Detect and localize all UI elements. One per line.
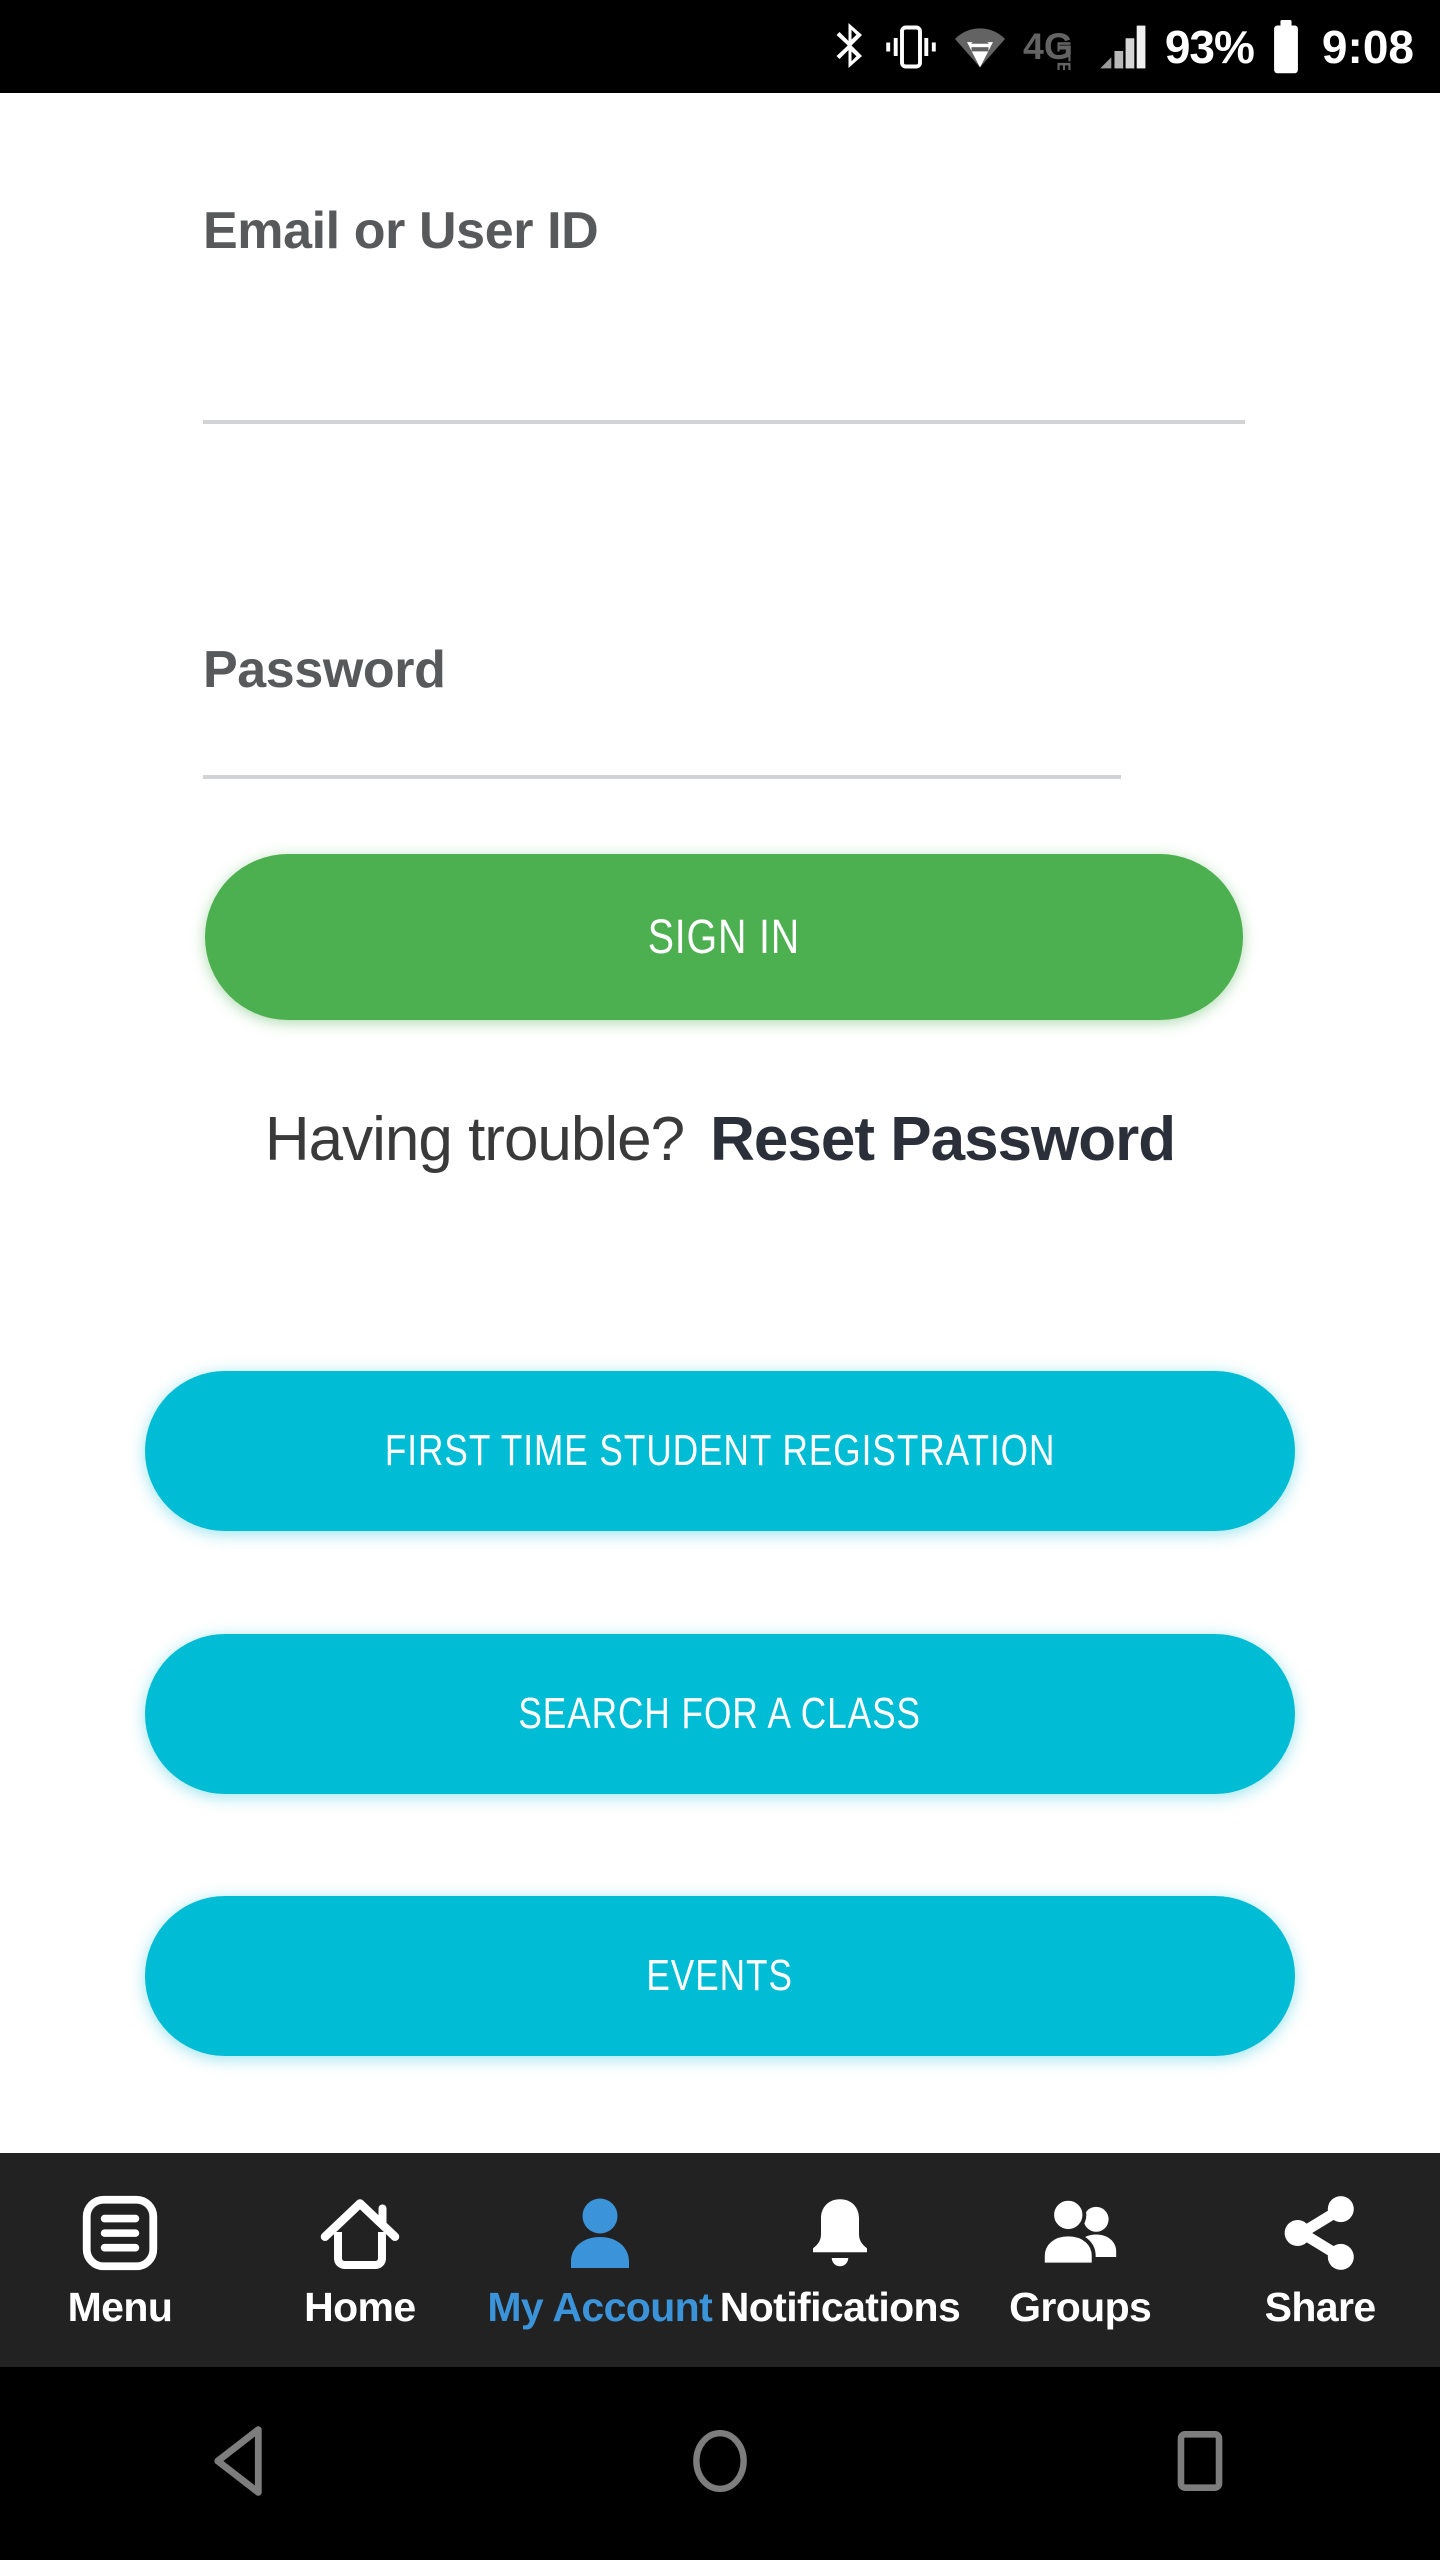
sign-in-button[interactable]: SIGN IN: [205, 854, 1243, 1020]
status-bar-clock: 9:08: [1321, 20, 1414, 73]
email-field-underline: [203, 420, 1245, 424]
person-icon: [565, 2190, 635, 2276]
bottom-tab-bar: Menu Home My Account Notifications Group…: [0, 2153, 1440, 2367]
email-input[interactable]: [203, 298, 1243, 408]
status-bar-icons: 4G LTE 93% 9:08: [832, 19, 1414, 74]
tab-my-account[interactable]: My Account: [480, 2153, 720, 2367]
signal-bars-icon: [1100, 25, 1146, 68]
recents-button[interactable]: [960, 2367, 1440, 2560]
tab-home[interactable]: Home: [240, 2153, 480, 2367]
tab-groups-label: Groups: [1009, 2283, 1152, 2330]
bluetooth-icon: [836, 22, 862, 68]
battery-icon: [1274, 19, 1298, 73]
svg-text:LTE: LTE: [1053, 41, 1073, 70]
tab-home-label: Home: [304, 2283, 416, 2330]
password-field-underline: [203, 775, 1121, 779]
4glte-icon: 4G LTE: [1023, 25, 1074, 70]
search-for-a-class-button[interactable]: SEARCH FOR A CLASS: [145, 1634, 1295, 1794]
login-screen: 4G LTE 93% 9:08 Email or User ID Passwor…: [0, 0, 1440, 2560]
tab-menu[interactable]: Menu: [0, 2153, 240, 2367]
bell-icon: [805, 2190, 875, 2276]
search-class-button-label: SEARCH FOR A CLASS: [518, 1689, 922, 1738]
share-icon: [1280, 2190, 1360, 2276]
back-button[interactable]: [0, 2367, 480, 2560]
password-input[interactable]: [203, 737, 1121, 847]
events-button-label: EVENTS: [646, 1951, 794, 2000]
people-group-icon: [1036, 2190, 1124, 2276]
sign-in-button-label: SIGN IN: [647, 910, 801, 964]
reset-password-link[interactable]: Reset Password: [710, 1105, 1176, 1174]
home-button[interactable]: [480, 2367, 960, 2560]
tab-notifications-label: Notifications: [719, 2283, 961, 2330]
battery-percent-label: 93%: [1164, 20, 1255, 73]
tab-notifications[interactable]: Notifications: [719, 2153, 961, 2367]
back-triangle-icon: [206, 2424, 274, 2503]
tab-share[interactable]: Share: [1200, 2153, 1440, 2367]
tab-menu-label: Menu: [67, 2283, 173, 2330]
having-trouble-text: Having trouble?: [264, 1105, 685, 1174]
menu-list-icon: [81, 2190, 159, 2276]
registration-button-label: FIRST TIME STUDENT REGISTRATION: [384, 1426, 1056, 1475]
tab-share-label: Share: [1264, 2283, 1377, 2330]
status-bar: 4G LTE 93% 9:08: [0, 0, 1440, 93]
home-icon: [320, 2190, 400, 2276]
first-time-student-registration-button[interactable]: FIRST TIME STUDENT REGISTRATION: [145, 1371, 1295, 1531]
tab-groups[interactable]: Groups: [960, 2153, 1200, 2367]
tab-my-account-label: My Account: [487, 2283, 713, 2330]
events-button[interactable]: EVENTS: [145, 1896, 1295, 2056]
password-field-label: Password: [203, 641, 446, 699]
help-row: Having trouble? Reset Password: [0, 1104, 1440, 1175]
android-nav-bar: [0, 2367, 1440, 2560]
recents-square-icon: [1172, 2428, 1228, 2499]
vibrate-icon: [886, 25, 936, 68]
wifi-icon: [954, 27, 1005, 67]
email-field-label: Email or User ID: [203, 202, 599, 260]
login-content: Email or User ID Password SIGN IN Having…: [0, 93, 1440, 2153]
home-circle-icon: [688, 2426, 752, 2501]
